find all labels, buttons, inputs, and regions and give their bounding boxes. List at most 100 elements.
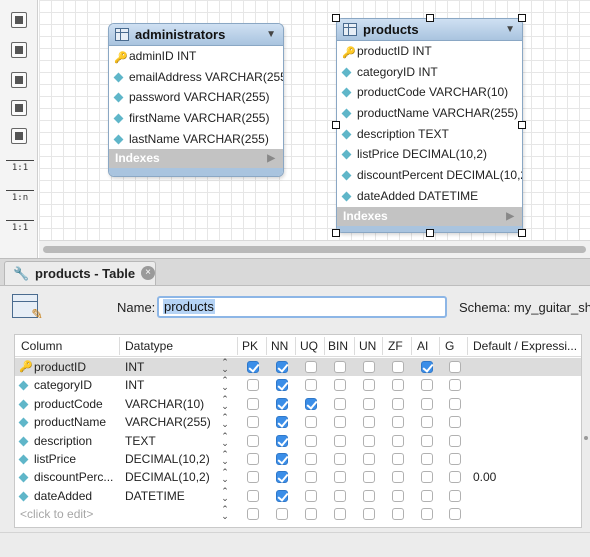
header-column[interactable]: Column <box>21 339 62 353</box>
pk-checkbox[interactable] <box>247 397 259 410</box>
header-ai[interactable]: AI <box>417 339 428 353</box>
datatype-cell[interactable]: DECIMAL(10,2) <box>125 452 210 466</box>
bin-checkbox[interactable] <box>334 471 346 484</box>
default-value-cell[interactable]: 0.00 <box>473 470 496 484</box>
pk-checkbox[interactable] <box>247 416 259 429</box>
image-tool-icon[interactable] <box>11 42 27 58</box>
header-default-expression[interactable]: Default / Expressi... <box>473 339 577 353</box>
uq-checkbox[interactable] <box>305 361 317 373</box>
entity-indexes[interactable]: Indexes ▶ <box>109 149 283 169</box>
bin-checkbox[interactable] <box>334 508 346 521</box>
table-row[interactable]: categoryID INT ⌃ ⌄ <box>15 376 581 394</box>
datatype-stepper-icon[interactable]: ⌃ ⌄ <box>220 376 230 392</box>
datatype-stepper-icon[interactable]: ⌃ ⌄ <box>220 468 230 484</box>
datatype-stepper-icon[interactable]: ⌃ ⌄ <box>220 413 230 429</box>
pk-checkbox[interactable] <box>247 379 259 392</box>
header-zf[interactable]: ZF <box>388 339 403 353</box>
header-pk[interactable]: PK <box>242 339 258 353</box>
datatype-cell[interactable]: INT <box>125 378 144 392</box>
column-name-cell[interactable]: discountPerc... <box>34 470 113 484</box>
table-row[interactable]: description TEXT ⌃ ⌄ <box>15 431 581 450</box>
nn-checkbox[interactable] <box>276 397 288 410</box>
datatype-stepper-icon[interactable]: ⌃ ⌄ <box>220 431 230 447</box>
zf-checkbox[interactable] <box>392 416 404 429</box>
column-name-cell[interactable]: listPrice <box>34 452 76 466</box>
un-checkbox[interactable] <box>363 361 375 373</box>
zf-checkbox[interactable] <box>392 453 404 465</box>
ai-checkbox[interactable] <box>421 379 433 392</box>
header-nn[interactable]: NN <box>271 339 288 353</box>
pk-checkbox[interactable] <box>247 489 259 502</box>
table-row[interactable]: listPrice DECIMAL(10,2) ⌃ ⌄ <box>15 450 581 468</box>
bin-checkbox[interactable] <box>334 453 346 465</box>
resize-handle-s[interactable] <box>426 229 434 237</box>
un-checkbox[interactable] <box>363 489 375 502</box>
datatype-cell[interactable]: TEXT <box>125 434 156 448</box>
resize-handle-ne[interactable] <box>518 14 526 22</box>
uq-checkbox[interactable] <box>305 397 317 410</box>
resize-handle-sw[interactable] <box>332 229 340 237</box>
table-name-input[interactable]: products <box>157 296 447 318</box>
column-name-cell[interactable]: productCode <box>34 397 103 411</box>
new-column-row[interactable]: <click to edit> ⌃ ⌄ <box>15 505 581 523</box>
bin-checkbox[interactable] <box>334 416 346 429</box>
pk-checkbox[interactable] <box>247 453 259 465</box>
g-checkbox[interactable] <box>449 434 461 447</box>
nn-checkbox[interactable] <box>276 489 288 502</box>
ai-checkbox[interactable] <box>421 508 433 521</box>
scrollbar-thumb[interactable] <box>43 246 586 253</box>
g-checkbox[interactable] <box>449 361 461 373</box>
nn-checkbox[interactable] <box>276 379 288 392</box>
resize-handle-w[interactable] <box>332 121 340 129</box>
g-checkbox[interactable] <box>449 397 461 410</box>
datatype-stepper-icon[interactable]: ⌃ ⌄ <box>220 394 230 410</box>
table-row[interactable]: 🔑 productID INT ⌃ ⌄ <box>15 358 581 377</box>
uq-checkbox[interactable] <box>305 508 317 521</box>
relationship-1-n-tool[interactable]: 1:n <box>6 188 34 218</box>
g-checkbox[interactable] <box>449 508 461 521</box>
uq-checkbox[interactable] <box>305 434 317 447</box>
un-checkbox[interactable] <box>363 508 375 521</box>
table-row[interactable]: dateAdded DATETIME ⌃ ⌄ <box>15 486 581 505</box>
uq-checkbox[interactable] <box>305 471 317 484</box>
un-checkbox[interactable] <box>363 434 375 447</box>
ai-checkbox[interactable] <box>421 453 433 465</box>
entity-header[interactable]: products ▼ <box>337 19 522 41</box>
click-to-edit-placeholder[interactable]: <click to edit> <box>20 507 93 521</box>
bin-checkbox[interactable] <box>334 489 346 502</box>
datatype-stepper-icon[interactable]: ⌃ ⌄ <box>220 450 230 466</box>
g-checkbox[interactable] <box>449 489 461 502</box>
nn-checkbox[interactable] <box>276 434 288 447</box>
g-checkbox[interactable] <box>449 379 461 392</box>
columns-grid[interactable]: Column Datatype PK NN UQ BIN UN ZF AI G … <box>14 334 582 528</box>
un-checkbox[interactable] <box>363 397 375 410</box>
column-name-cell[interactable]: categoryID <box>34 378 92 392</box>
header-datatype[interactable]: Datatype <box>125 339 173 353</box>
zf-checkbox[interactable] <box>392 471 404 484</box>
collapse-caret-icon[interactable]: ▼ <box>266 29 276 40</box>
tab-close-icon[interactable]: × <box>141 266 155 280</box>
column-name-cell[interactable]: productName <box>34 415 106 429</box>
uq-checkbox[interactable] <box>305 416 317 429</box>
bin-checkbox[interactable] <box>334 379 346 392</box>
header-un[interactable]: UN <box>359 339 376 353</box>
nn-checkbox[interactable] <box>276 361 288 373</box>
pk-checkbox[interactable] <box>247 508 259 521</box>
nn-checkbox[interactable] <box>276 508 288 521</box>
ai-checkbox[interactable] <box>421 361 433 373</box>
note-tool-icon[interactable] <box>11 12 27 28</box>
entity-indexes[interactable]: Indexes ▶ <box>337 206 522 226</box>
diagram-horizontal-scrollbar[interactable] <box>39 240 590 258</box>
resize-handle-e[interactable] <box>518 121 526 129</box>
uq-checkbox[interactable] <box>305 453 317 465</box>
zf-checkbox[interactable] <box>392 489 404 502</box>
ai-checkbox[interactable] <box>421 434 433 447</box>
ai-checkbox[interactable] <box>421 489 433 502</box>
nn-checkbox[interactable] <box>276 453 288 465</box>
table-row[interactable]: discountPerc... DECIMAL(10,2) ⌃ ⌄ 0.00 <box>15 468 581 486</box>
routine-group-tool-icon[interactable] <box>11 128 27 144</box>
zf-checkbox[interactable] <box>392 397 404 410</box>
nn-checkbox[interactable] <box>276 416 288 429</box>
uq-checkbox[interactable] <box>305 379 317 392</box>
bin-checkbox[interactable] <box>334 361 346 373</box>
